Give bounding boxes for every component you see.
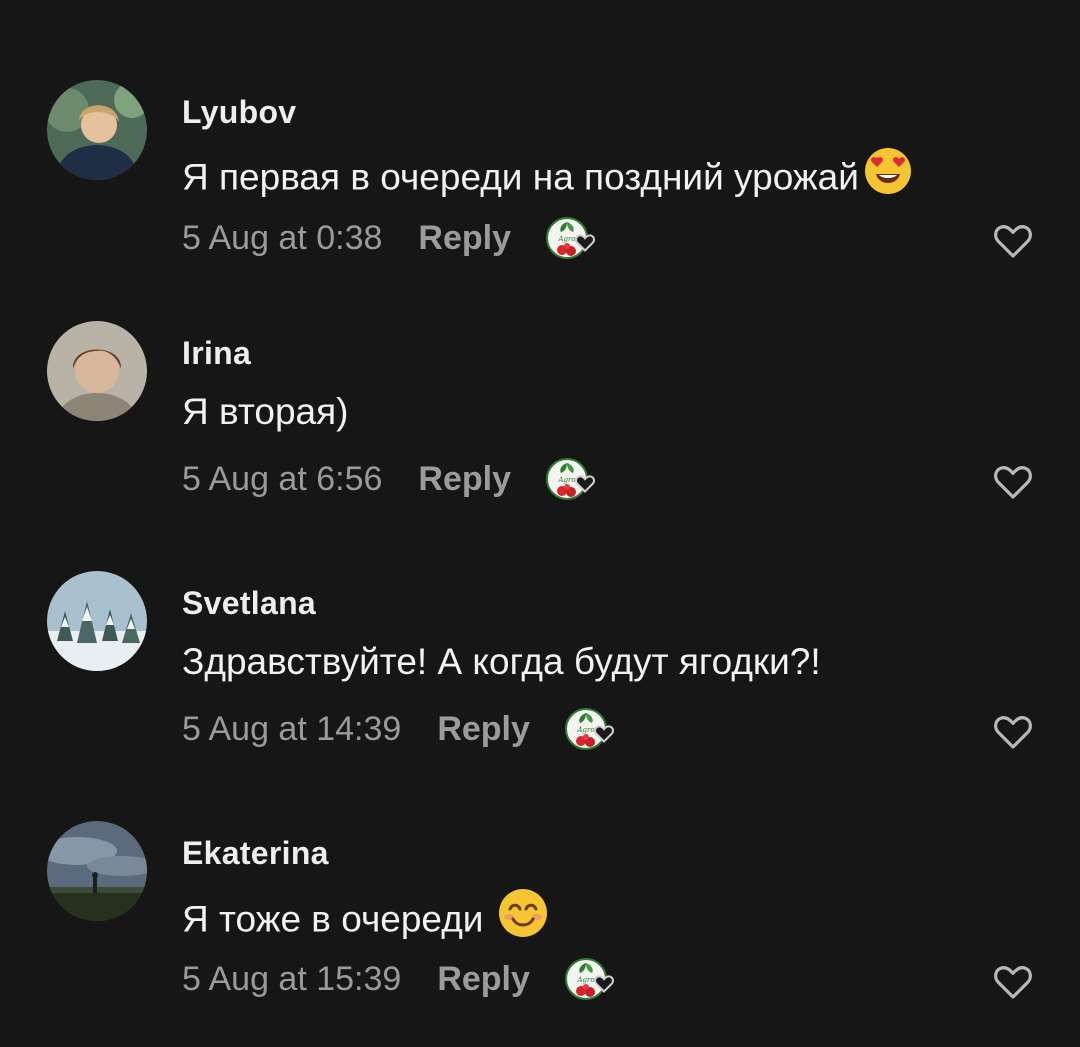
mini-heart-icon xyxy=(573,230,597,254)
avatar[interactable] xyxy=(47,321,147,421)
liked-by-author-indicator[interactable] xyxy=(545,457,601,501)
mini-heart-icon xyxy=(592,721,616,745)
comment-text: Я вторая) xyxy=(182,391,349,432)
reply-button[interactable]: Reply xyxy=(437,710,530,749)
like-heart-icon[interactable] xyxy=(991,218,1035,262)
comment-text: Я тоже в очереди xyxy=(182,889,549,952)
comment-meta: 5 Aug at 0:38 Reply xyxy=(182,216,601,260)
comment-text: Я первая в очереди на поздний урожай xyxy=(182,148,913,209)
smiling-face-emoji-icon xyxy=(497,887,549,948)
comment-date: 5 Aug at 6:56 xyxy=(182,459,383,498)
comment-author[interactable]: Ekaterina xyxy=(182,835,329,872)
comment-date: 5 Aug at 0:38 xyxy=(182,218,383,257)
like-heart-icon[interactable] xyxy=(991,709,1035,753)
comment-text-content: Я тоже в очереди xyxy=(182,898,484,940)
comment-author[interactable]: Lyubov xyxy=(182,94,296,131)
comment-item: Ekaterina Я тоже в очереди 5 Aug at 15:3… xyxy=(0,821,1080,1021)
comment-date: 5 Aug at 15:39 xyxy=(182,959,402,998)
comment-meta: 5 Aug at 14:39 Reply xyxy=(182,707,620,751)
comment-meta: 5 Aug at 15:39 Reply xyxy=(182,957,620,1001)
comment-item: Svetlana Здравствуйте! А когда будут яго… xyxy=(0,571,1080,771)
avatar[interactable] xyxy=(47,571,147,671)
comments-list: Lyubov Я первая в очереди на поздний уро… xyxy=(0,0,1080,1047)
liked-by-author-indicator[interactable] xyxy=(564,707,620,751)
comment-date: 5 Aug at 14:39 xyxy=(182,709,402,748)
comment-meta: 5 Aug at 6:56 Reply xyxy=(182,457,601,501)
comment-author[interactable]: Svetlana xyxy=(182,585,316,622)
reply-button[interactable]: Reply xyxy=(418,460,511,499)
comment-item: Irina Я вторая) 5 Aug at 6:56 Reply xyxy=(0,321,1080,521)
comment-text-content: Я первая в очереди на поздний урожай xyxy=(182,156,859,198)
comment-author[interactable]: Irina xyxy=(182,335,251,372)
heart-eyes-emoji-icon xyxy=(863,146,913,205)
like-heart-icon[interactable] xyxy=(991,959,1035,1003)
like-heart-icon[interactable] xyxy=(991,459,1035,503)
reply-button[interactable]: Reply xyxy=(418,219,511,258)
avatar[interactable] xyxy=(47,80,147,180)
mini-heart-icon xyxy=(592,971,616,995)
mini-heart-icon xyxy=(573,471,597,495)
liked-by-author-indicator[interactable] xyxy=(564,957,620,1001)
comment-item: Lyubov Я первая в очереди на поздний уро… xyxy=(0,80,1080,280)
reply-button[interactable]: Reply xyxy=(437,960,530,999)
comment-text: Здравствуйте! А когда будут ягодки?! xyxy=(182,641,821,682)
liked-by-author-indicator[interactable] xyxy=(545,216,601,260)
avatar[interactable] xyxy=(47,821,147,921)
